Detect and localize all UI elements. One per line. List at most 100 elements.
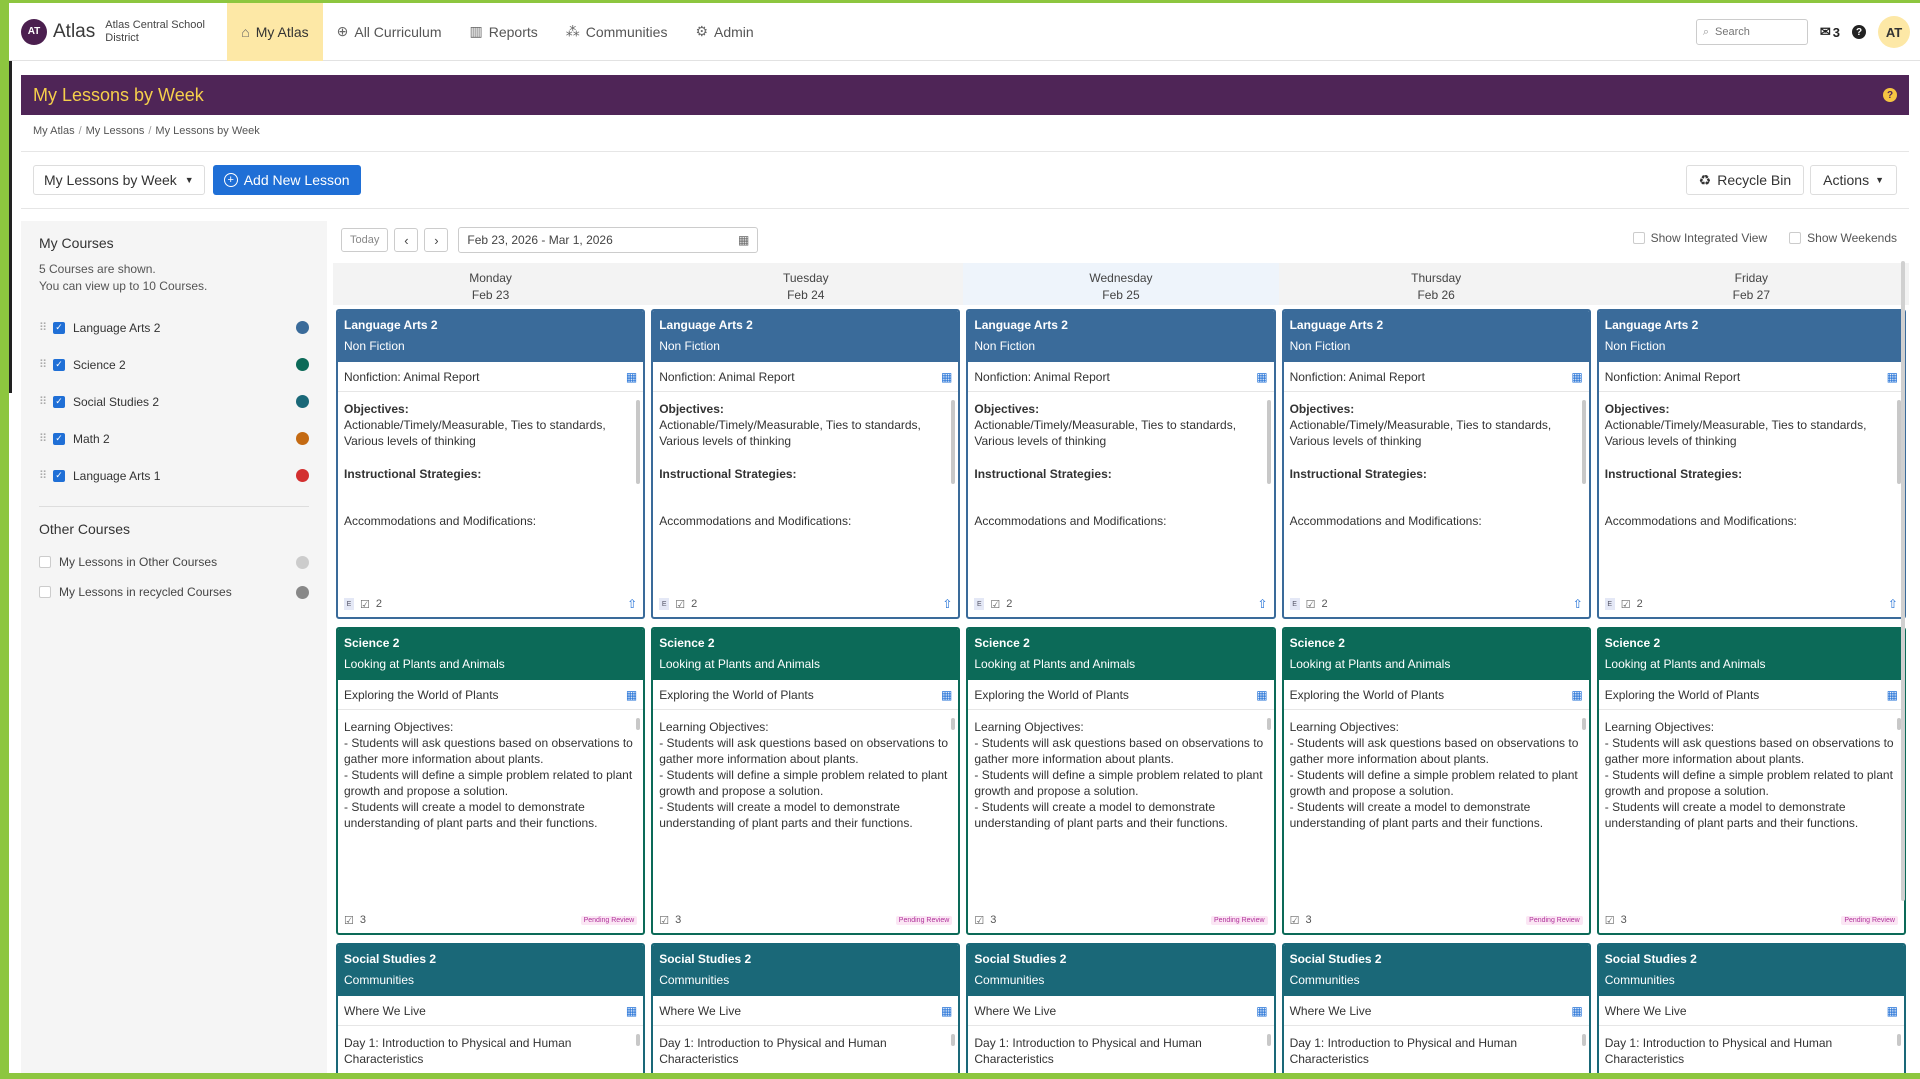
card-lesson-title[interactable]: Exploring the World of Plants ▦ — [338, 680, 644, 710]
lesson-card-science[interactable]: Science 2 Looking at Plants and Animals … — [1281, 627, 1591, 935]
course-item-language-arts-2[interactable]: ⠿ ✓ Language Arts 2 — [39, 309, 309, 346]
calendar-icon[interactable]: ▦ — [1887, 370, 1898, 384]
drag-handle-icon[interactable]: ⠿ — [39, 395, 53, 408]
card-scrollbar[interactable] — [951, 1034, 956, 1046]
other-item-other-courses[interactable]: My Lessons in Other Courses — [39, 547, 309, 577]
prev-week-button[interactable]: ‹ — [394, 228, 419, 252]
lesson-card-language-arts[interactable]: Language Arts 2 Non Fiction Nonfiction: … — [651, 309, 961, 619]
card-lesson-title[interactable]: Where We Live ▦ — [1283, 996, 1589, 1026]
card-lesson-title[interactable]: Exploring the World of Plants ▦ — [968, 680, 1274, 710]
calendar-icon[interactable]: ▦ — [626, 370, 637, 384]
card-lesson-title[interactable]: Where We Live ▦ — [338, 996, 644, 1026]
card-lesson-title[interactable]: Nonfiction: Animal Report ▦ — [1283, 362, 1589, 392]
drag-handle-icon[interactable]: ⠿ — [39, 432, 53, 445]
card-lesson-title[interactable]: Exploring the World of Plants ▦ — [653, 680, 959, 710]
lesson-card-language-arts[interactable]: Language Arts 2 Non Fiction Nonfiction: … — [1281, 309, 1591, 619]
nav-my-atlas[interactable]: ⌂ My Atlas — [227, 3, 323, 61]
logo[interactable]: AT Atlas Atlas Central School District — [21, 18, 215, 45]
search-input[interactable] — [1715, 26, 1796, 38]
calendar-icon[interactable]: ▦ — [1571, 688, 1582, 702]
course-checkbox[interactable]: ✓ — [53, 358, 65, 371]
show-integrated-toggle[interactable]: Show Integrated View — [1632, 231, 1767, 245]
card-header[interactable]: Language Arts 2 Non Fiction — [968, 311, 1274, 362]
card-scrollbar[interactable] — [1266, 718, 1271, 730]
nav-reports[interactable]: ▥ Reports — [455, 3, 551, 61]
card-scrollbar[interactable] — [951, 400, 956, 484]
lesson-card-language-arts[interactable]: Language Arts 2 Non Fiction Nonfiction: … — [336, 309, 646, 619]
course-checkbox[interactable]: ✓ — [53, 321, 65, 334]
course-item-language-arts-1[interactable]: ⠿ ✓ Language Arts 1 — [39, 457, 309, 494]
card-lesson-title[interactable]: Nonfiction: Animal Report ▦ — [338, 362, 644, 392]
calendar-icon[interactable]: ▦ — [626, 1004, 637, 1018]
calendar-icon[interactable]: ▦ — [1256, 688, 1267, 702]
course-checkbox[interactable]: ✓ — [53, 432, 65, 445]
card-scrollbar[interactable] — [1581, 400, 1586, 484]
lesson-card-social-studies[interactable]: Social Studies 2 Communities Where We Li… — [1281, 943, 1591, 1073]
course-color-dot[interactable] — [296, 432, 309, 445]
avatar[interactable]: AT — [1878, 16, 1910, 48]
course-checkbox[interactable]: ✓ — [53, 469, 65, 482]
calendar-icon[interactable]: ▦ — [1887, 1004, 1898, 1018]
card-scrollbar[interactable] — [1581, 1034, 1586, 1046]
breadcrumb-item[interactable]: My Lessons — [86, 125, 145, 137]
card-lesson-title[interactable]: Exploring the World of Plants ▦ — [1283, 680, 1589, 710]
calendar-icon[interactable]: ▦ — [941, 688, 952, 702]
card-lesson-title[interactable]: Where We Live ▦ — [968, 996, 1274, 1026]
card-lesson-title[interactable]: Nonfiction: Animal Report ▦ — [653, 362, 959, 392]
card-scrollbar[interactable] — [1266, 1034, 1271, 1046]
card-scrollbar[interactable] — [636, 400, 641, 484]
mail-button[interactable]: ✉ 3 — [1820, 24, 1840, 40]
course-color-dot[interactable] — [296, 358, 309, 371]
pin-icon[interactable]: ⇧ — [627, 597, 637, 611]
recycle-bin-button[interactable]: ♻ Recycle Bin — [1685, 165, 1805, 195]
lesson-card-social-studies[interactable]: Social Studies 2 Communities Where We Li… — [651, 943, 961, 1073]
actions-button[interactable]: Actions ▼ — [1810, 165, 1897, 195]
calendar-icon[interactable]: ▦ — [1887, 688, 1898, 702]
card-lesson-title[interactable]: Where We Live ▦ — [653, 996, 959, 1026]
course-color-dot[interactable] — [296, 395, 309, 408]
course-item-math-2[interactable]: ⠿ ✓ Math 2 — [39, 420, 309, 457]
checkbox[interactable] — [1632, 232, 1645, 244]
card-header[interactable]: Language Arts 2 Non Fiction — [1598, 311, 1904, 362]
card-header[interactable]: Science 2 Looking at Plants and Animals — [653, 629, 959, 680]
page-help-icon[interactable]: ? — [1883, 88, 1897, 102]
card-scrollbar[interactable] — [636, 718, 641, 730]
card-lesson-title[interactable]: Nonfiction: Animal Report ▦ — [968, 362, 1274, 392]
card-header[interactable]: Science 2 Looking at Plants and Animals — [1598, 629, 1904, 680]
lesson-card-social-studies[interactable]: Social Studies 2 Communities Where We Li… — [336, 943, 646, 1073]
course-color-dot[interactable] — [296, 321, 309, 334]
today-button[interactable]: Today — [341, 228, 389, 252]
card-header[interactable]: Social Studies 2 Communities — [1598, 945, 1904, 996]
calendar-scrollbar[interactable] — [1901, 261, 1905, 901]
pin-icon[interactable]: ⇧ — [1888, 597, 1898, 611]
breadcrumb-item[interactable]: My Lessons by Week — [155, 125, 259, 137]
pin-icon[interactable]: ⇧ — [1258, 597, 1268, 611]
date-range-picker[interactable]: Feb 23, 2026 - Mar 1, 2026 ▦ — [458, 227, 759, 253]
card-header[interactable]: Science 2 Looking at Plants and Animals — [1283, 629, 1589, 680]
card-scrollbar[interactable] — [636, 1034, 641, 1046]
help-icon[interactable]: ? — [1852, 25, 1866, 39]
drag-handle-icon[interactable]: ⠿ — [39, 358, 53, 371]
nav-communities[interactable]: ⁂ Communities — [552, 3, 682, 61]
nav-all-curriculum[interactable]: ⊕ All Curriculum — [323, 3, 456, 61]
lesson-card-science[interactable]: Science 2 Looking at Plants and Animals … — [336, 627, 646, 935]
course-color-dot[interactable] — [296, 469, 309, 482]
card-lesson-title[interactable]: Where We Live ▦ — [1598, 996, 1904, 1026]
calendar-icon[interactable]: ▦ — [1571, 1004, 1582, 1018]
course-item-science-2[interactable]: ⠿ ✓ Science 2 — [39, 346, 309, 383]
card-lesson-title[interactable]: Nonfiction: Animal Report ▦ — [1598, 362, 1904, 392]
search-box[interactable]: ⌕ — [1695, 19, 1808, 45]
other-item-recycled-courses[interactable]: My Lessons in recycled Courses — [39, 577, 309, 607]
card-header[interactable]: Social Studies 2 Communities — [653, 945, 959, 996]
add-new-lesson-button[interactable]: + Add New Lesson — [212, 165, 361, 195]
card-header[interactable]: Science 2 Looking at Plants and Animals — [338, 629, 644, 680]
breadcrumb-item[interactable]: My Atlas — [33, 125, 75, 137]
checkbox[interactable] — [1789, 232, 1802, 244]
card-lesson-title[interactable]: Exploring the World of Plants ▦ — [1598, 680, 1904, 710]
calendar-icon[interactable]: ▦ — [1256, 370, 1267, 384]
card-scrollbar[interactable] — [951, 718, 956, 730]
calendar-icon[interactable]: ▦ — [1256, 1004, 1267, 1018]
lesson-card-science[interactable]: Science 2 Looking at Plants and Animals … — [966, 627, 1276, 935]
lesson-card-language-arts[interactable]: Language Arts 2 Non Fiction Nonfiction: … — [966, 309, 1276, 619]
view-select[interactable]: My Lessons by Week ▼ — [33, 165, 205, 195]
